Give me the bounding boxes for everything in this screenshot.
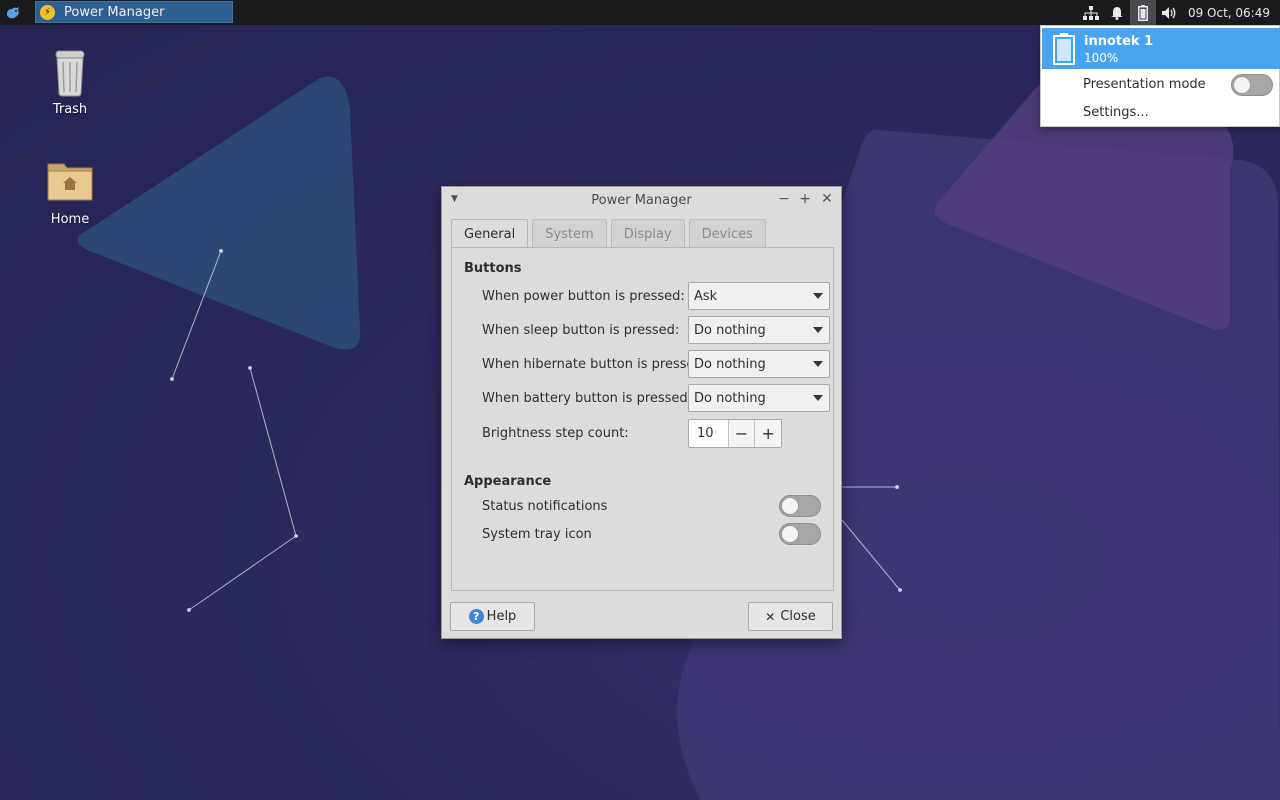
network-icon[interactable] [1078, 0, 1104, 25]
close-button-icon: ✕ [765, 609, 776, 624]
desktop-icon-label: Trash [52, 102, 88, 117]
dropdown-arrow-icon [813, 327, 823, 333]
battery-popup-menu: innotek 1 100% Presentation mode Setting… [1040, 25, 1280, 127]
status-notifications-label: Status notifications [482, 499, 608, 514]
system-tray-icon-label: System tray icon [482, 527, 592, 542]
minimize-icon[interactable]: − [776, 191, 792, 207]
dropdown-arrow-icon [813, 395, 823, 401]
power-manager-app-icon: ⚡ [40, 4, 55, 20]
close-button-label: Close [780, 609, 816, 624]
increment-button[interactable]: + [754, 420, 781, 447]
help-button-label: Help [486, 609, 517, 624]
battery-device-item[interactable]: innotek 1 100% [1042, 28, 1280, 69]
window-menu-icon[interactable]: ▼ [451, 194, 458, 204]
sleep-button-label: When sleep button is pressed: [482, 323, 680, 338]
whisker-menu-button[interactable] [0, 0, 26, 25]
brightness-step-label: Brightness step count: [482, 426, 629, 441]
select-value: Do nothing [694, 322, 766, 338]
tab-bar: General System Display Devices [451, 219, 770, 248]
plus-icon: + [761, 424, 775, 443]
power-button-action-select[interactable]: Ask [688, 282, 830, 310]
help-icon: ? [468, 609, 484, 624]
minus-icon: − [734, 424, 749, 443]
tab-display[interactable]: Display [610, 219, 685, 248]
top-panel: ⚡ Power Manager 09 Oct, 06:49 [0, 0, 1280, 25]
close-button[interactable]: ✕ Close [748, 602, 833, 631]
sleep-button-action-select[interactable]: Do nothing [688, 316, 830, 344]
appearance-section-heading: Appearance [464, 474, 552, 489]
settings-menu-item[interactable]: Settings... [1083, 105, 1149, 120]
maximize-icon[interactable]: + [797, 191, 813, 207]
desktop-icon-trash[interactable]: Trash [30, 48, 110, 117]
decrement-button[interactable]: − [727, 420, 755, 447]
battery-full-icon [1053, 33, 1075, 65]
system-tray: 09 Oct, 06:49 [1078, 0, 1280, 25]
power-manager-dialog: Power Manager ▼ − + ✕ General System Dis… [441, 186, 842, 639]
taskbar-button-power-manager[interactable]: ⚡ Power Manager [35, 1, 233, 23]
tab-general[interactable]: General [451, 219, 529, 248]
volume-icon[interactable] [1156, 0, 1182, 25]
select-value: Do nothing [694, 390, 766, 406]
battery-device-name: innotek 1 [1084, 34, 1154, 49]
desktop-icon-home[interactable]: Home [30, 160, 110, 227]
dropdown-arrow-icon [813, 293, 823, 299]
tab-devices[interactable]: Devices [688, 219, 766, 248]
select-value: Do nothing [694, 356, 766, 372]
status-notifications-toggle[interactable] [779, 495, 821, 517]
home-folder-icon [47, 163, 93, 201]
dialog-title: Power Manager [591, 192, 692, 208]
battery-percent: 100% [1084, 51, 1119, 65]
desktop-icon-label: Home [50, 212, 90, 227]
brightness-step-value[interactable]: 10 [689, 420, 728, 447]
battery-tray-icon[interactable] [1129, 0, 1156, 25]
brightness-step-spinbox: 10 − + [688, 419, 782, 448]
help-button[interactable]: ? Help [450, 602, 535, 631]
presentation-mode-label: Presentation mode [1083, 77, 1206, 92]
hibernate-button-action-select[interactable]: Do nothing [688, 350, 830, 378]
buttons-section-heading: Buttons [464, 261, 522, 276]
notifications-bell-icon[interactable] [1104, 0, 1130, 25]
general-tab-panel: Buttons When power button is pressed: As… [451, 247, 834, 591]
trash-icon [55, 50, 85, 97]
hibernate-button-label: When hibernate button is pressed: [482, 357, 708, 372]
battery-button-action-select[interactable]: Do nothing [688, 384, 830, 412]
presentation-mode-toggle[interactable] [1231, 74, 1273, 96]
xfce-logo-icon [7, 6, 19, 18]
tab-system[interactable]: System [532, 219, 607, 248]
select-value: Ask [694, 288, 718, 304]
system-tray-icon-toggle[interactable] [779, 523, 821, 545]
battery-button-label: When battery button is pressed: [482, 391, 693, 406]
taskbar-button-label: Power Manager [64, 4, 165, 20]
clock[interactable]: 09 Oct, 06:49 [1182, 6, 1280, 20]
close-icon[interactable]: ✕ [819, 191, 835, 207]
dropdown-arrow-icon [813, 361, 823, 367]
power-button-label: When power button is pressed: [482, 289, 685, 304]
